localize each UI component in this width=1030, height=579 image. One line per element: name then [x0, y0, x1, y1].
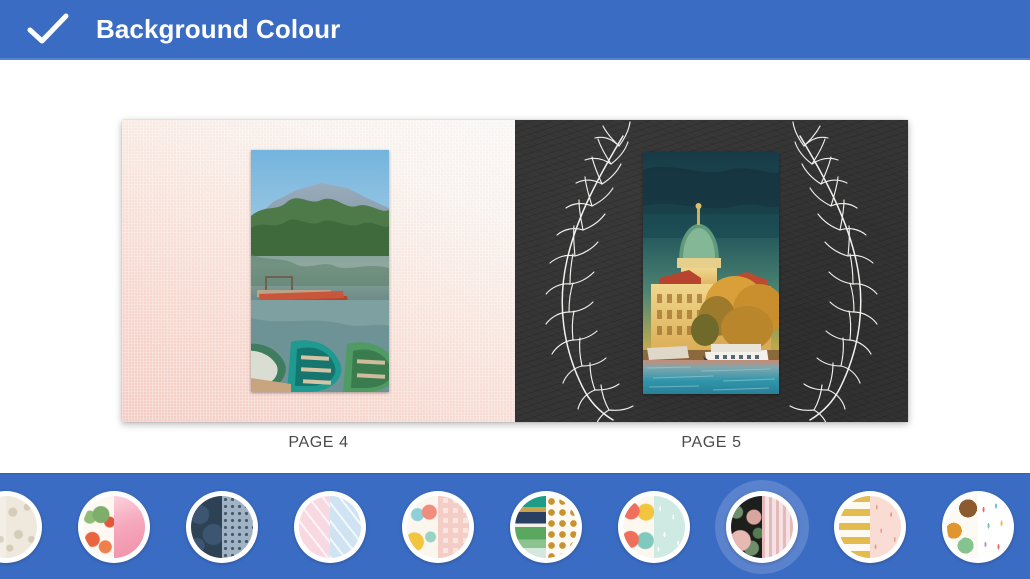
swatch-preview [407, 496, 469, 558]
swatch-half-left [731, 496, 762, 558]
laurel-branch-right-icon [776, 120, 886, 422]
swatch-ring [294, 491, 366, 563]
swatch-preview [0, 496, 37, 558]
page-left[interactable] [122, 120, 515, 422]
swatch-preview [623, 496, 685, 558]
lake-canoes-photo[interactable] [251, 150, 389, 392]
swatch-ring [0, 491, 42, 563]
swatch-preview [947, 496, 1009, 558]
swatch-preview [299, 496, 361, 558]
swatch-half-right [438, 496, 469, 558]
swatch-navy-rose-navy-dots[interactable] [168, 474, 276, 579]
swatch-half-right [654, 496, 685, 558]
swatch-ring [618, 491, 690, 563]
swatch-half-left [83, 496, 114, 558]
swatch-preview [731, 496, 793, 558]
preview-canvas: PAGE 4 PAGE 5 [0, 62, 1030, 473]
swatch-half-right [870, 496, 901, 558]
swatch-dark-floral-pink-stripe[interactable] [708, 474, 816, 579]
swatch-half-right [6, 496, 37, 558]
swatch-half-left [947, 496, 978, 558]
swatch-bold-dots-mint-speckle[interactable] [600, 474, 708, 579]
city-river-dome-photo[interactable] [643, 152, 779, 394]
background-swatch-tray[interactable] [0, 473, 1030, 579]
swatch-gold-stripe-pink-sprinkle[interactable] [816, 474, 924, 579]
swatch-preview [191, 496, 253, 558]
swatch-half-left [515, 496, 546, 558]
background-colour-screen: Background Colour PAGE 4 PAGE 5 [0, 0, 1030, 579]
swatch-donuts-sprinkles[interactable] [924, 474, 1030, 579]
page-caption-left: PAGE 4 [288, 434, 349, 451]
swatch-ring [78, 491, 150, 563]
swatch-watercolour-poppies-pink-wash[interactable] [60, 474, 168, 579]
page-caption-right: PAGE 5 [681, 434, 742, 451]
swatch-half-right [330, 496, 361, 558]
swatch-half-right [978, 496, 1009, 558]
swatch-pink-marble-blue-marble[interactable] [276, 474, 384, 579]
swatch-strip[interactable] [0, 474, 1030, 579]
swatch-preview [83, 496, 145, 558]
swatch-half-left [191, 496, 222, 558]
swatch-ring [834, 491, 906, 563]
swatch-preview [839, 496, 901, 558]
swatch-half-left [839, 496, 870, 558]
page-right[interactable] [515, 120, 908, 422]
swatch-ring [402, 491, 474, 563]
laurel-branch-left-icon [537, 120, 647, 422]
swatch-half-left [299, 496, 330, 558]
swatch-half-right [546, 496, 577, 558]
app-bar: Background Colour [0, 0, 1030, 60]
swatch-ring [942, 491, 1014, 563]
swatch-colour-stripes-gold-dots[interactable] [492, 474, 600, 579]
swatch-ring [510, 491, 582, 563]
swatch-abstract-confetti-pink-gingham[interactable] [384, 474, 492, 579]
page-title: Background Colour [96, 14, 341, 44]
swatch-ring [186, 491, 258, 563]
check-icon [27, 12, 69, 46]
page-spread[interactable] [122, 120, 908, 422]
swatch-ring [726, 491, 798, 563]
confirm-button[interactable] [0, 0, 96, 59]
swatch-preview [515, 496, 577, 558]
swatch-half-left [407, 496, 438, 558]
swatch-cream-lace-floral[interactable] [0, 474, 60, 579]
swatch-half-right [222, 496, 253, 558]
swatch-half-right [762, 496, 793, 558]
swatch-half-right [114, 496, 145, 558]
swatch-half-left [623, 496, 654, 558]
